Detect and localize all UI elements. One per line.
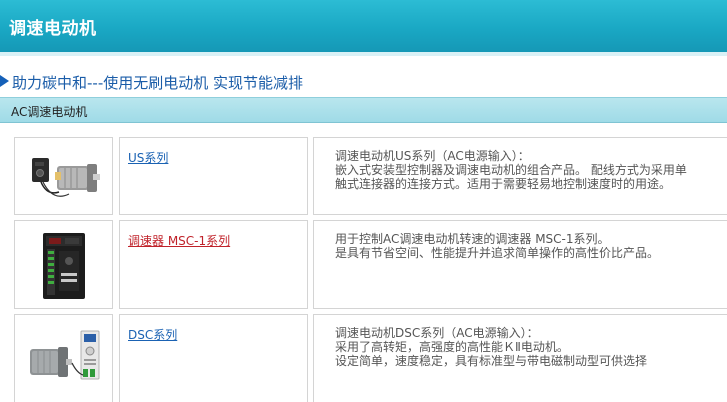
promo-banner[interactable]: 助力碳中和---使用无刷电动机 实现节能减排: [0, 72, 303, 94]
product-link-msc-1-series[interactable]: 调速器 MSC-1系列: [128, 232, 230, 249]
section-header: AC调速电动机: [0, 97, 727, 123]
desc-line: 采用了高转矩，高强度的高性能ＫⅡ电动机。: [335, 340, 569, 354]
text-fade-overlay: [637, 362, 727, 402]
section-title: AC调速电动机: [11, 105, 88, 119]
page-header: 调速电动机: [0, 0, 727, 52]
product-image-cell[interactable]: [14, 137, 113, 215]
desc-line: 触式连接器的连接方式。适用于需要轻易地控制速度时的用途。: [335, 177, 672, 191]
product-desc-cell: 调速电动机US系列（AC电源输入）： 嵌入式安装型控制器及调速电动机的组合产品。…: [313, 137, 727, 215]
product-description: 调速电动机US系列（AC电源输入）： 嵌入式安装型控制器及调速电动机的组合产品。…: [335, 149, 720, 191]
product-name-cell: US系列: [119, 137, 308, 215]
desc-line: 调速电动机DSC系列（AC电源输入）：: [335, 326, 539, 340]
desc-line: 用于控制AC调速电动机转速的调速器 MSC-1系列。: [335, 232, 610, 246]
product-desc-cell: 调速电动机DSC系列（AC电源输入）： 采用了高转矩，高强度的高性能ＫⅡ电动机。…: [313, 314, 727, 402]
product-desc-cell: 用于控制AC调速电动机转速的调速器 MSC-1系列。 是具有节省空间、性能提升并…: [313, 220, 727, 309]
product-link-us-series[interactable]: US系列: [128, 149, 168, 166]
promo-banner-text[interactable]: 助力碳中和---使用无刷电动机 实现节能减排: [12, 74, 303, 92]
desc-line: 是具有节省空间、性能提升并追求简单操作的高性价比产品。: [335, 246, 660, 260]
desc-line: 调速电动机US系列（AC电源输入）：: [335, 149, 530, 163]
triangle-right-icon: [0, 75, 9, 87]
speed-controller-unit-icon[interactable]: [41, 231, 87, 301]
motor-with-speed-controller-icon[interactable]: [29, 150, 101, 204]
product-name-cell: 调速器 MSC-1系列: [119, 220, 308, 309]
desc-line: 嵌入式安装型控制器及调速电动机的组合产品。 配线方式为采用单: [335, 163, 687, 177]
product-image-cell[interactable]: [14, 314, 113, 402]
product-link-dsc-series[interactable]: DSC系列: [128, 326, 177, 343]
header-divider: [0, 52, 727, 56]
product-image-cell[interactable]: [14, 220, 113, 309]
product-name-cell: DSC系列: [119, 314, 308, 402]
page-title: 调速电动机: [9, 19, 97, 39]
gear-motor-with-controller-icon[interactable]: [27, 329, 103, 387]
product-description: 用于控制AC调速电动机转速的调速器 MSC-1系列。 是具有节省空间、性能提升并…: [335, 232, 720, 260]
